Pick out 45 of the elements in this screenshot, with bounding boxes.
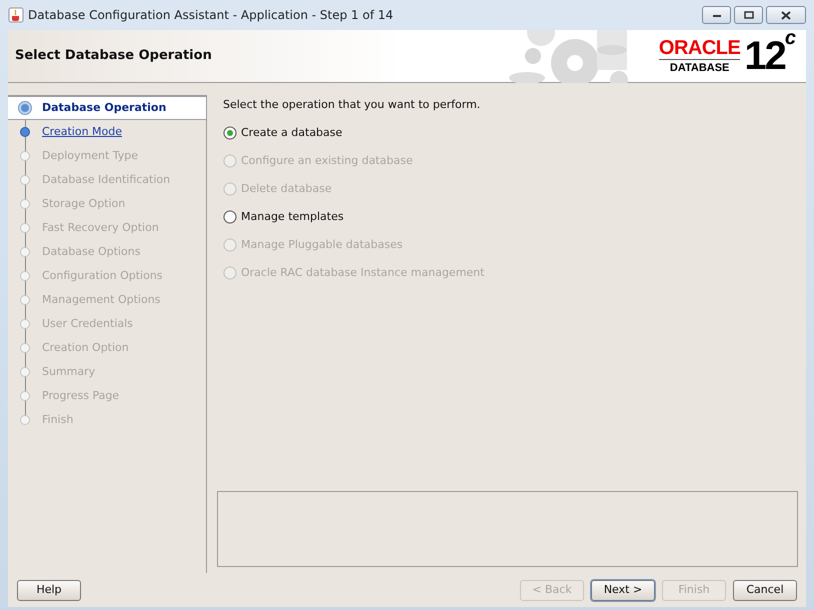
step-marker-icon	[18, 149, 32, 163]
step-marker-icon	[18, 269, 32, 283]
step-link[interactable]: Creation Mode	[42, 124, 122, 140]
minimize-icon	[712, 12, 722, 18]
step-marker-icon	[18, 317, 32, 331]
step-item: Configuration Options	[42, 268, 163, 284]
step-item: Database Options	[42, 244, 140, 260]
page-title: Select Database Operation	[14, 47, 212, 66]
dialog-button[interactable]: Cancel	[733, 580, 797, 600]
step-marker-icon	[18, 293, 32, 307]
current-step: Database Operation	[42, 100, 166, 116]
step-item: Fast Recovery Option	[42, 220, 159, 236]
step-item: Management Options	[42, 292, 160, 308]
step-item: Finish	[42, 412, 74, 428]
step-item: User Credentials	[42, 316, 133, 332]
minimize-button[interactable]	[702, 6, 731, 24]
step-marker-icon	[18, 197, 32, 211]
close-icon	[781, 10, 791, 20]
window-title: Database Configuration Assistant - Application - Step 1 of 14	[28, 7, 394, 24]
radio-button[interactable]	[223, 210, 237, 224]
instruction-text: Select the operation that you want to perform.	[223, 97, 482, 113]
step-marker-icon	[18, 341, 32, 355]
dialog-button[interactable]: Help	[17, 580, 81, 600]
maximize-button[interactable]	[734, 6, 763, 24]
step-marker-icon	[18, 365, 32, 379]
step-marker-icon	[18, 389, 32, 403]
maximize-icon	[744, 11, 754, 19]
step-item: Deployment Type	[42, 148, 138, 164]
step-item: Summary	[42, 364, 96, 380]
step-marker-icon	[18, 245, 32, 259]
step-item: Database Identification	[42, 172, 170, 188]
radio-label[interactable]: Manage templates	[241, 208, 344, 226]
radio-button[interactable]	[223, 126, 237, 140]
step-marker-icon	[18, 221, 32, 235]
step-marker-icon	[18, 101, 32, 115]
step-item: Storage Option	[42, 196, 126, 212]
step-item: Progress Page	[42, 388, 120, 404]
java-cup-icon	[8, 7, 24, 23]
step-item: Creation Option	[42, 340, 129, 356]
radio-label[interactable]: Create a database	[241, 124, 342, 142]
step-marker-icon	[18, 413, 32, 427]
step-marker-icon	[18, 173, 32, 187]
step-marker-icon	[18, 125, 32, 139]
dialog-button[interactable]: Next >	[591, 580, 655, 600]
close-button[interactable]	[766, 6, 806, 24]
